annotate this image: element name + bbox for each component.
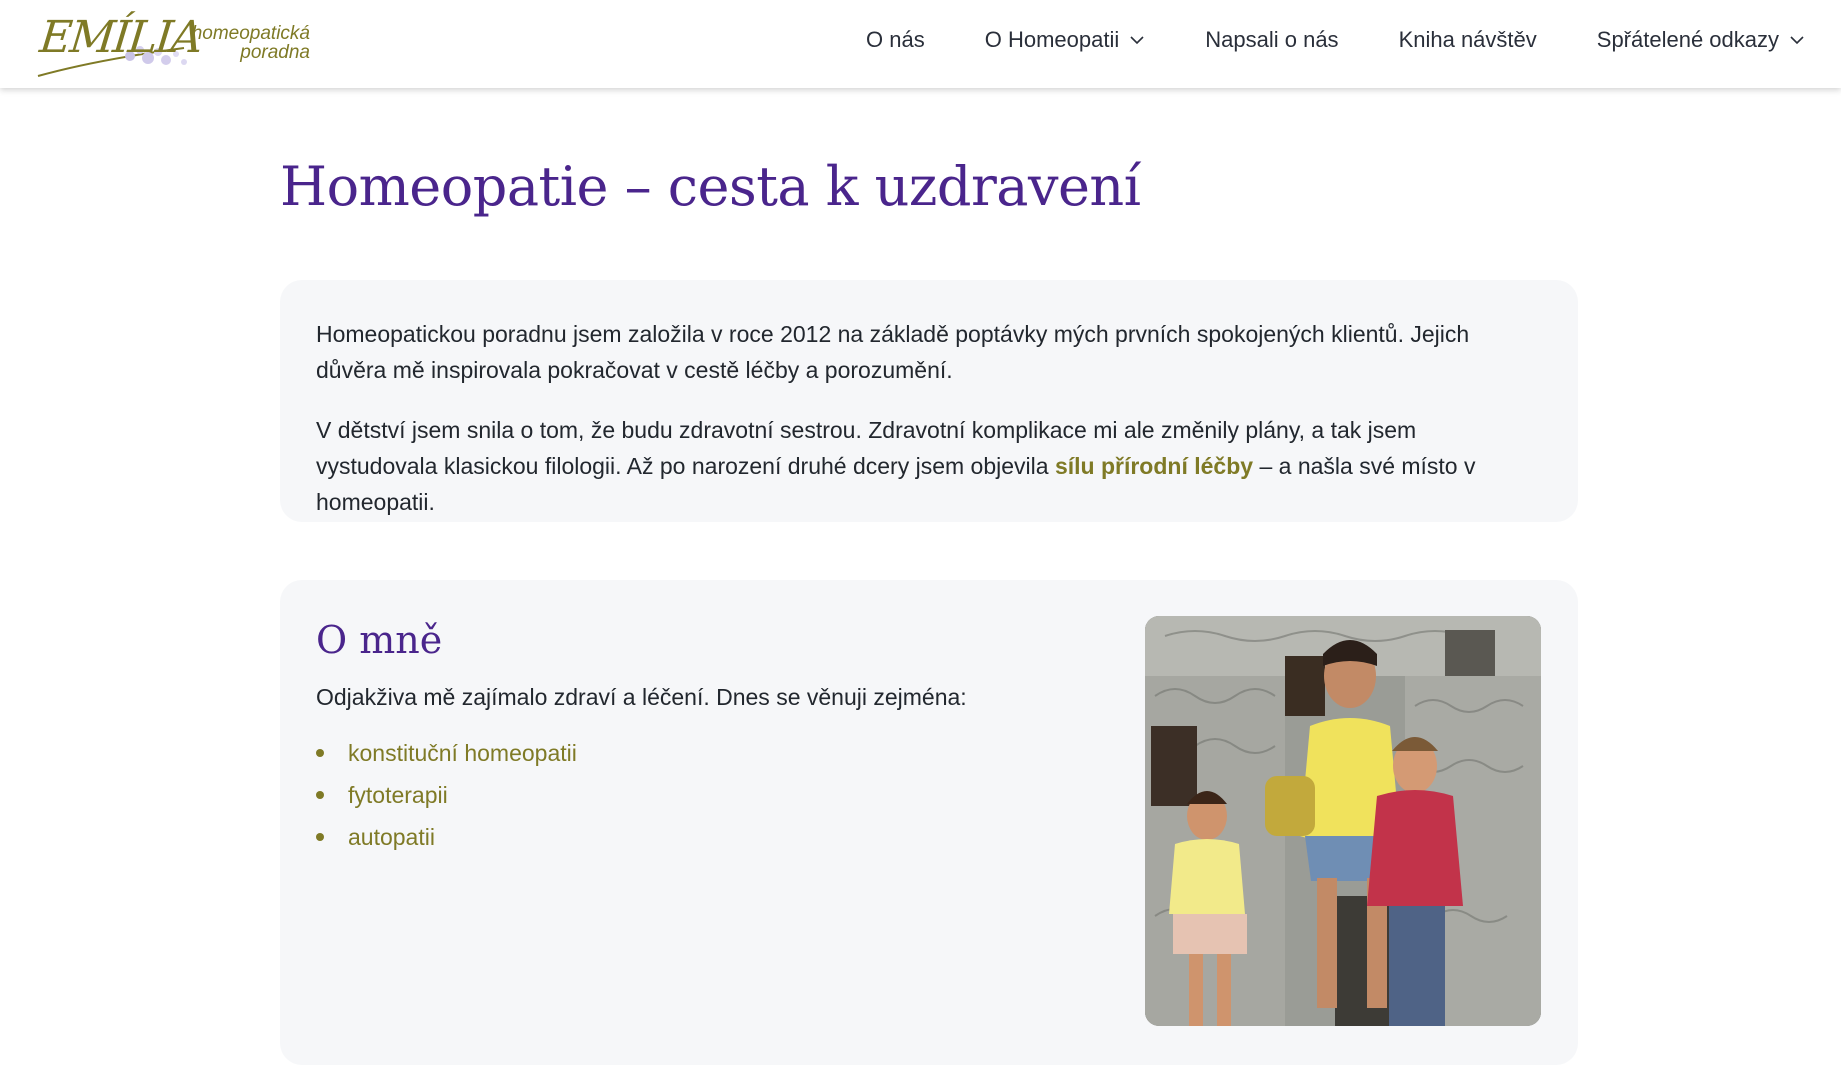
bullet-icon [316, 791, 324, 799]
about-card: O mně Odjakživa mě zajímalo zdraví a léč… [280, 580, 1578, 1065]
about-heading: O mně [316, 618, 443, 662]
main-nav: O nás O Homeopatii Napsali o nás Kniha n… [806, 0, 1805, 80]
chevron-down-icon [1130, 36, 1144, 45]
photo-illustration [1145, 616, 1541, 1026]
nav-item-spratelene-odkazy[interactable]: Spřátelené odkazy [1597, 27, 1805, 53]
nav-item-napsali-o-nas[interactable]: Napsali o nás [1205, 27, 1338, 53]
chevron-down-icon [1790, 36, 1804, 45]
nav-item-label: O Homeopatii [984, 27, 1120, 52]
page-title: Homeopatie – cesta k uzdravení [280, 155, 1141, 218]
natural-healing-link[interactable]: sílu přírodní léčby [1055, 453, 1253, 479]
family-photo [1145, 616, 1541, 1026]
services-list: konstituční homeopatii fytoterapii autop… [316, 732, 577, 858]
logo-line-2: poradna [240, 42, 310, 63]
list-item-label: fytoterapii [348, 781, 448, 808]
logo-subtitle: homeopatická poradna [160, 24, 310, 62]
list-item[interactable]: fytoterapii [316, 774, 577, 816]
list-item[interactable]: konstituční homeopatii [316, 732, 577, 774]
site-header: EMÍLIA homeopatická poradna O nás O Home… [0, 0, 1841, 88]
about-intro: Odjakživa mě zajímalo zdraví a léčení. D… [316, 684, 967, 710]
bullet-icon [316, 749, 324, 757]
bullet-icon [316, 833, 324, 841]
intro-paragraph-2: V dětství jsem snila o tom, že budu zdra… [316, 412, 1542, 520]
intro-card: Homeopatickou poradnu jsem založila v ro… [280, 280, 1578, 522]
list-item-label: konstituční homeopatii [348, 739, 577, 766]
nav-item-label: Kniha návštěv [1398, 27, 1537, 52]
nav-item-label: Spřátelené odkazy [1596, 27, 1779, 52]
nav-item-o-homeopatii[interactable]: O Homeopatii [985, 27, 1146, 53]
nav-item-label: Napsali o nás [1205, 27, 1339, 52]
nav-item-kniha-navstev[interactable]: Kniha návštěv [1399, 27, 1537, 53]
site-logo[interactable]: EMÍLIA homeopatická poradna [34, 4, 310, 84]
intro-paragraph-1: Homeopatickou poradnu jsem založila v ro… [316, 321, 1470, 383]
nav-item-label: O nás [866, 27, 925, 52]
list-item-label: autopatii [348, 823, 435, 850]
nav-item-o-nas[interactable]: O nás [866, 27, 925, 53]
logo-line-1: homeopatická [191, 23, 310, 44]
list-item[interactable]: autopatii [316, 816, 577, 858]
